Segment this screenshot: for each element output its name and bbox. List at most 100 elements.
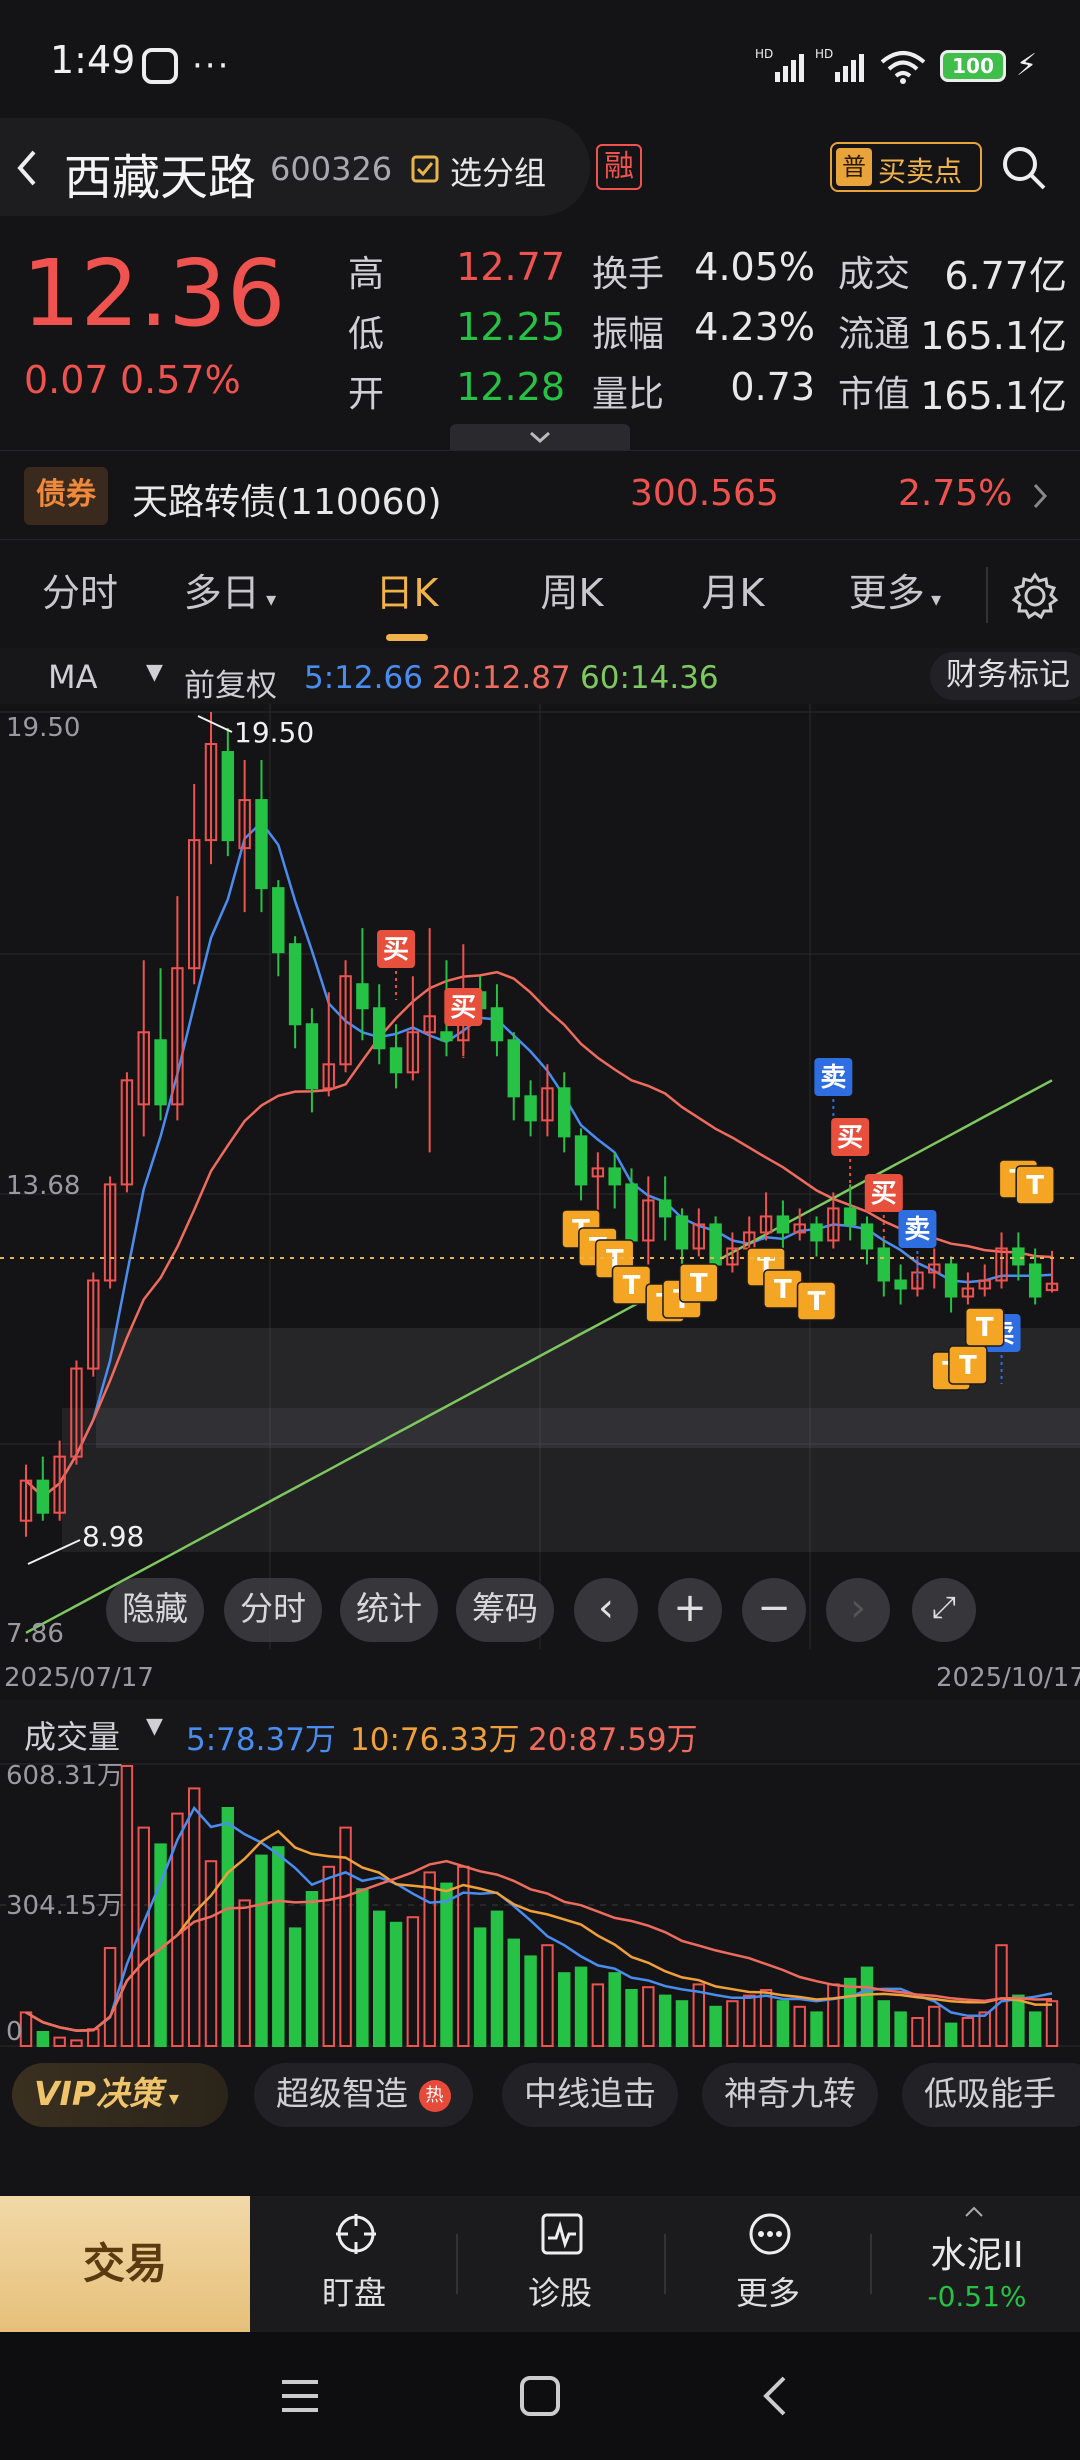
tab-multiday[interactable]: 多日 ▾ [170,545,290,645]
dropdown-arrow-icon: ▾ [924,587,942,611]
tab-more[interactable]: 更多 ▾ [830,545,960,645]
diagnose-button[interactable]: 诊股 [460,2196,660,2332]
candle-body [36,1479,50,1514]
target-icon [336,2214,376,2254]
t-signal-label: T [976,1313,994,1343]
quote-grid: 高 12.77 换手 4.05% 成交 6.77亿 低 12.25 振幅 4.2… [340,245,1080,425]
period-tabs: 分时 多日 ▾ 日K 周K 月K 更多 ▾ [0,545,1080,645]
vol-y-bottom: 0 [6,2017,23,2047]
search-icon[interactable] [1000,144,1048,192]
vip-decision-button[interactable]: VIP决策 ▾ [12,2063,228,2127]
buy-sell-label: 买卖点 [878,155,963,188]
price-change-pct: 0.57% [120,358,241,402]
convertible-bond-row[interactable]: 债券 天路转债(110060) 300.565 2.75% [0,450,1080,540]
ma60-value: 60:14.36 [580,660,719,696]
checkbox-icon [411,155,439,183]
tab-intraday[interactable]: 分时 [10,545,150,645]
volume-bar [524,1955,537,2047]
volume-selector-label: 成交量 [24,1718,121,1756]
candle-body [810,1223,823,1242]
chip-super-manufacturing[interactable]: 超级智造 热 [254,2063,473,2127]
hide-button[interactable]: 隐藏 [106,1578,204,1642]
volume-bar [490,1910,504,2047]
back-icon[interactable] [12,148,42,188]
watch-button[interactable]: 盯盘 [254,2196,454,2332]
candle-body [356,983,369,1010]
turnover-label: 换手 [592,254,665,295]
candle-body [288,943,302,1026]
chip-low-buy[interactable]: 低吸能手 [902,2063,1080,2127]
sell-signal-label: 卖 [904,1215,930,1245]
volume-bar [709,2005,722,2048]
sector-change: -0.51% [927,2280,1027,2313]
finance-mark-button[interactable]: 财务标记 [930,652,1080,700]
candle-body [944,1263,958,1298]
stock-header: 西藏天路 600326 选分组 融 普 买卖点 [0,118,1080,218]
notification-icon [142,48,178,84]
t-signal-label: T [623,1271,641,1301]
volume-ratio-value: 0.73 [730,365,815,409]
scroll-left-button[interactable]: ‹ [574,1578,638,1642]
settings-gear-icon[interactable] [1010,571,1060,621]
price-change: 0.07 [24,358,109,402]
bottom-toolbar: 交易 盯盘 诊股 更多 水泥II -0.51% [0,2196,1080,2332]
vol-ma20: 20:87.59万 [528,1722,698,1758]
candle-body [389,1047,403,1074]
bond-change-pct: 2.75% [898,473,1013,514]
diagnose-label: 诊股 [527,2274,592,2312]
adjust-mode[interactable]: 前复权 [184,660,277,705]
volume-selector[interactable]: 成交量 ▼ [10,1706,180,1756]
volume-ratio-label: 量比 [592,374,665,415]
tab-daily-k[interactable]: 日K [340,545,474,645]
vol-ma5: 5:78.37万 [186,1722,336,1758]
tab-weekly-k[interactable]: 周K [505,545,639,645]
market-cap-value: 165.1亿 [920,374,1067,418]
trade-button[interactable]: 交易 [0,2196,250,2332]
buy-sell-points-button[interactable]: 普 买卖点 [830,142,982,192]
zoom-in-button[interactable]: + [658,1578,722,1642]
tab-monthly-k[interactable]: 月K [666,545,800,645]
candle-body [894,1279,907,1290]
kline-chart[interactable]: 买买卖买买卖卖TTTTTTTTTTTTTTT 19.50 13.68 7.86 … [0,704,1080,1700]
volume-bar [440,1882,453,2047]
menu-icon[interactable] [278,2376,322,2416]
high-marker-label: 19.50 [234,716,314,749]
volume-bar [1028,2011,1042,2047]
volume-bar [255,1854,268,2047]
volume-chart[interactable]: 608.31万 304.15万 0 [0,1760,1080,2050]
zoom-out-button[interactable]: − [742,1578,806,1642]
tab-divider [986,567,988,623]
fullscreen-icon[interactable]: ⤢ [912,1578,976,1642]
clock: 1:49 [50,38,136,82]
t-signal-label: T [774,1275,792,1305]
back-nav-icon[interactable] [760,2374,790,2418]
sector-button[interactable]: 水泥II -0.51% [874,2196,1080,2332]
chip-midline-pursuit[interactable]: 中线追击 [502,2063,678,2127]
candle-body [1028,1263,1042,1298]
expand-quote-button[interactable] [450,424,630,450]
low-marker-label: 8.98 [82,1520,144,1553]
end-date: 2025/10/17 [936,1663,1080,1693]
volume-indicator-bar: 成交量 ▼ 5:78.37万 10:76.33万 20:87.59万 [0,1700,1080,1760]
chips-distribution-button[interactable]: 筹码 [456,1578,554,1642]
status-bar: 1:49 ··· HD HD 100 ⚡ [0,0,1080,120]
vol-y-top: 608.31万 [6,1761,123,1791]
home-icon[interactable] [518,2374,562,2418]
candle-body [272,887,285,954]
statistics-button[interactable]: 统计 [340,1578,438,1642]
toolbar-divider [664,2234,666,2294]
buy-signal-label: 买 [383,935,409,965]
candle-body [558,1087,571,1138]
candle-body [675,1215,689,1250]
candle-body [625,1183,638,1242]
scroll-right-button[interactable]: › [826,1578,890,1642]
ma-selector[interactable]: MA ▼ [10,652,170,700]
hot-badge: 热 [418,2079,451,2112]
volume-bar [574,1966,588,2048]
watchlist-label: 选分组 [450,154,547,192]
more-button[interactable]: 更多 [668,2196,868,2332]
candle-body [507,1039,520,1098]
intraday-button[interactable]: 分时 [224,1578,322,1642]
chip-magic-nine[interactable]: 神奇九转 [702,2063,878,2127]
tab-multiday-label: 多日 [183,571,260,615]
